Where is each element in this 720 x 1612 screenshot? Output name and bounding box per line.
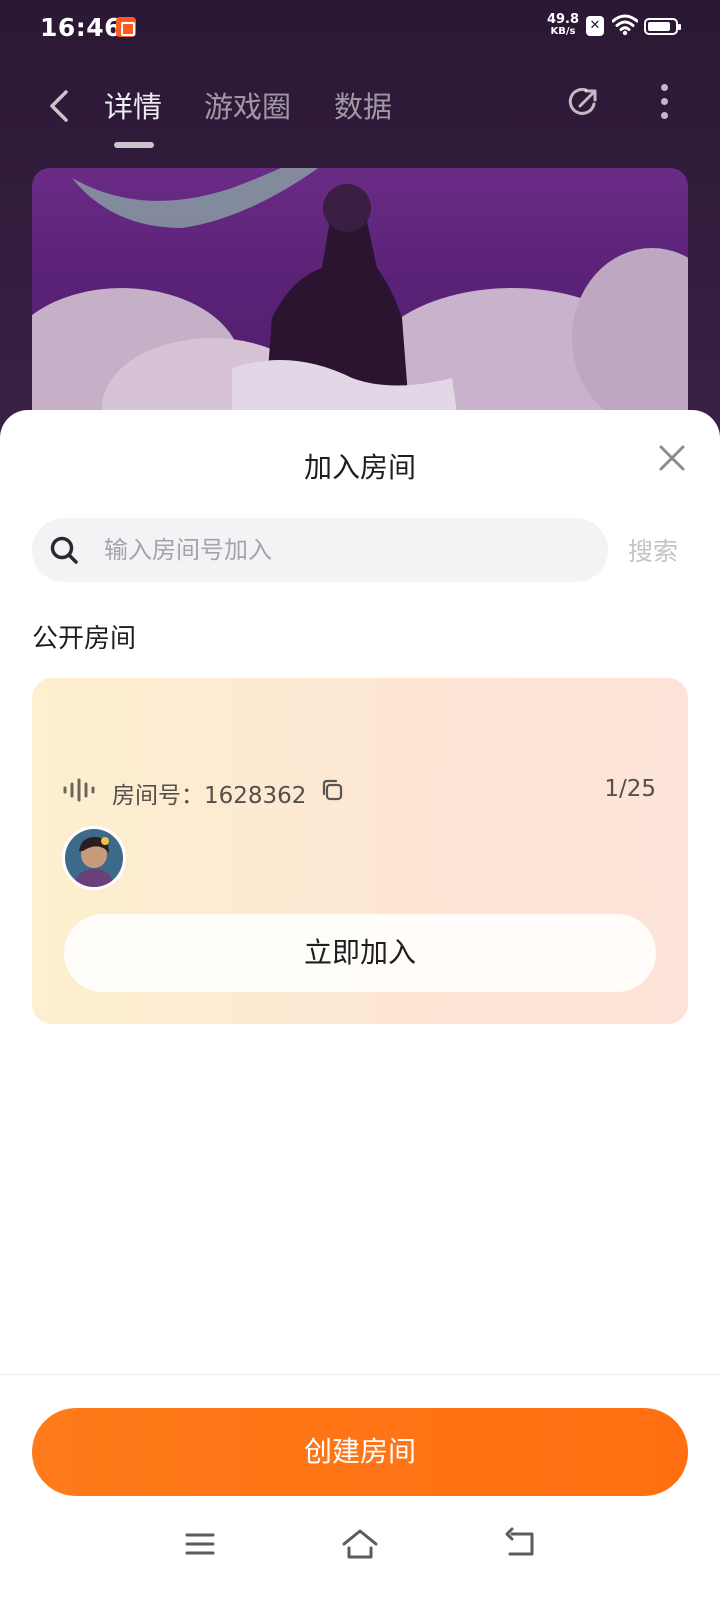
network-speed: 49.8 KB/s: [546, 13, 580, 37]
nav-back-icon[interactable]: [504, 1526, 538, 1560]
status-bar: 16:46 49.8 KB/s ✕: [0, 0, 720, 56]
sheet-title: 加入房间: [303, 451, 416, 484]
footer-divider: [0, 1374, 720, 1375]
join-now-button[interactable]: 立即加入: [64, 914, 656, 992]
close-icon[interactable]: [654, 440, 690, 476]
home-icon[interactable]: [340, 1526, 380, 1562]
battery-icon: [644, 18, 681, 35]
wifi-icon: [612, 14, 638, 36]
room-search-box: [32, 518, 608, 582]
tab-details[interactable]: 详情: [104, 84, 162, 126]
network-speed-unit: KB/s: [550, 26, 576, 37]
system-nav-bar: [0, 1514, 720, 1612]
room-member-count: 1/25: [604, 776, 656, 802]
share-icon[interactable]: [564, 82, 604, 122]
more-options-icon[interactable]: [654, 84, 674, 124]
room-card: 房间号：1628362 1/25 立即加入: [32, 678, 688, 1024]
avatar[interactable]: [62, 826, 126, 890]
app-notification-icon: [116, 17, 136, 37]
back-arrow-icon[interactable]: [44, 86, 76, 126]
network-speed-value: 49.8: [546, 12, 580, 27]
game-detail-page: 16:46 49.8 KB/s ✕ 详情 游戏圈 数据 加入房间 输入房间号加入…: [0, 0, 720, 1612]
search-button[interactable]: 搜索: [628, 532, 678, 568]
voice-wave-icon: [63, 778, 95, 802]
search-icon: [50, 536, 78, 564]
status-time: 16:46: [40, 13, 123, 42]
tab-active-indicator: [114, 142, 154, 148]
tab-game-circle[interactable]: 游戏圈: [204, 84, 291, 126]
public-rooms-heading: 公开房间: [32, 624, 137, 654]
avatar-image: [65, 829, 123, 887]
game-banner-image: [32, 168, 688, 448]
sim-off-icon: ✕: [586, 16, 604, 36]
tab-data[interactable]: 数据: [334, 84, 392, 126]
room-id: 房间号：1628362: [112, 783, 307, 809]
join-room-sheet: 加入房间 搜索 公开房间 房间号：1628362: [0, 410, 720, 1612]
top-nav: 详情 游戏圈 数据: [0, 72, 720, 152]
menu-icon[interactable]: [184, 1530, 216, 1558]
banner-artwork: [32, 168, 688, 448]
copy-icon[interactable]: [320, 778, 344, 802]
room-number-input[interactable]: [104, 518, 584, 582]
create-room-button[interactable]: 创建房间: [32, 1408, 688, 1496]
